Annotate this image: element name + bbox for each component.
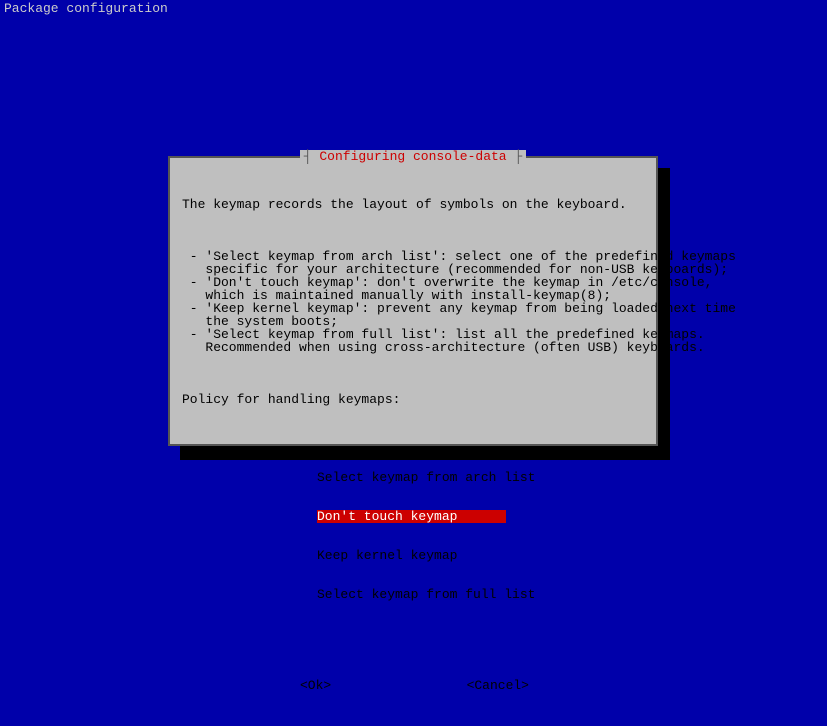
cancel-button[interactable]: <Cancel> bbox=[467, 679, 529, 692]
option-arch-list[interactable]: Select keymap from arch list bbox=[317, 471, 506, 484]
option-full-list[interactable]: Select keymap from full list bbox=[317, 588, 506, 601]
dialog-prompt: Policy for handling keymaps: bbox=[182, 393, 644, 406]
dialog-body: The keymap records the layout of symbols… bbox=[170, 158, 656, 726]
ok-button[interactable]: <Ok> bbox=[300, 679, 331, 692]
dialog-buttons: <Ok> <Cancel> bbox=[182, 679, 644, 692]
option-dont-touch[interactable]: Don't touch keymap bbox=[317, 510, 506, 523]
dialog-intro: The keymap records the layout of symbols… bbox=[182, 198, 644, 211]
options-list: Select keymap from arch list Don't touch… bbox=[317, 445, 644, 627]
page-header: Package configuration bbox=[0, 0, 827, 17]
dialog-title: Configuring console-data bbox=[300, 150, 526, 163]
config-dialog: Configuring console-data The keymap reco… bbox=[168, 156, 658, 446]
dialog-bullets: - 'Select keymap from arch list': select… bbox=[182, 250, 644, 354]
dialog-title-wrap: Configuring console-data bbox=[170, 150, 656, 163]
header-title: Package configuration bbox=[4, 1, 168, 16]
option-keep-kernel[interactable]: Keep kernel keymap bbox=[317, 549, 506, 562]
